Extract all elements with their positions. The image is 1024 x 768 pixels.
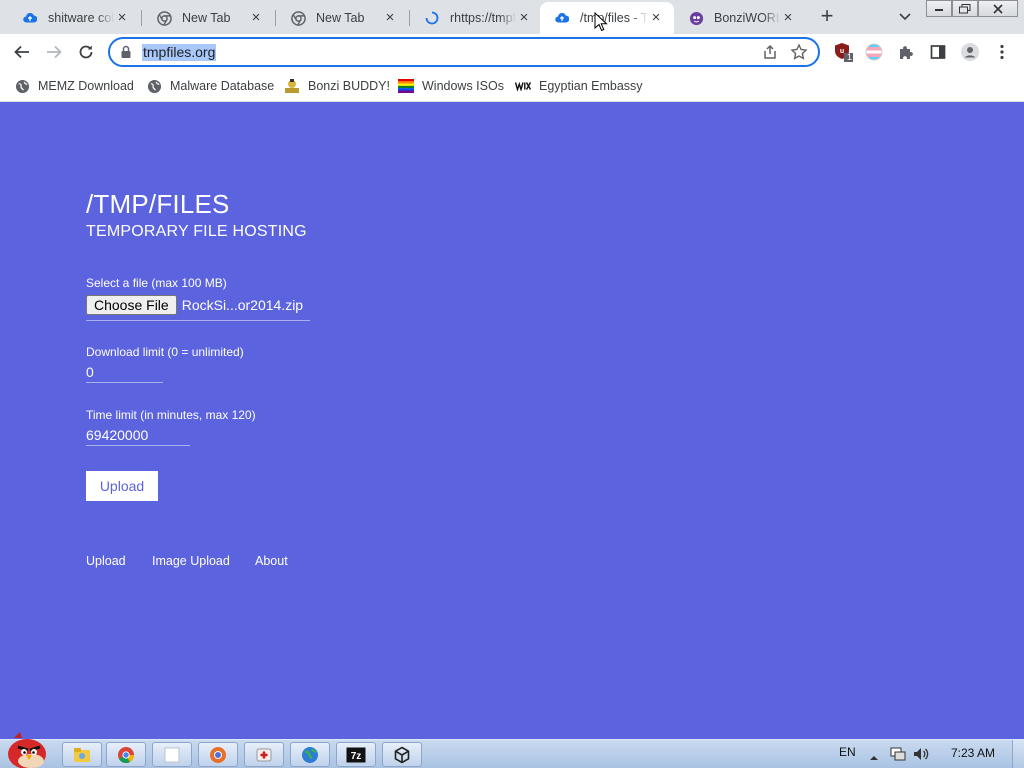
close-tab-icon[interactable]: × bbox=[648, 10, 664, 26]
rainbow-flag-icon bbox=[398, 78, 414, 94]
profile-avatar-icon[interactable] bbox=[958, 40, 982, 64]
show-hidden-icons-icon[interactable] bbox=[869, 749, 879, 767]
close-tab-icon[interactable]: × bbox=[780, 10, 796, 26]
time-limit-label: Time limit (in minutes, max 120) bbox=[86, 408, 256, 422]
close-tab-icon[interactable]: × bbox=[382, 10, 398, 26]
mouse-cursor-icon bbox=[594, 11, 608, 37]
red-cross-icon[interactable] bbox=[244, 742, 284, 767]
tab-bonziworld[interactable]: BonziWORLD × bbox=[674, 2, 806, 34]
url-text[interactable]: tmpfiles.org bbox=[142, 44, 217, 61]
selected-file-name: RockSi...or2014.zip bbox=[181, 297, 304, 313]
bonzi-icon bbox=[284, 78, 300, 94]
download-limit-input[interactable]: 0 bbox=[86, 364, 163, 383]
tab-title: BonziWORLD bbox=[714, 11, 780, 25]
clock[interactable]: 7:23 AM bbox=[951, 746, 995, 760]
footer-link-image-upload[interactable]: Image Upload bbox=[152, 554, 230, 568]
volume-icon[interactable] bbox=[912, 746, 930, 767]
bookmarks-bar: MEMZ Download Malware Database Bonzi BUD… bbox=[0, 70, 1024, 102]
page-title: /TMP/FILES bbox=[86, 189, 230, 219]
bookmark-star-icon[interactable] bbox=[790, 43, 808, 66]
tab-title: New Tab bbox=[182, 11, 231, 25]
bookmark-label: Egyptian Embassy bbox=[539, 79, 643, 93]
page-content: /TMP/FILES TEMPORARY FILE HOSTING Select… bbox=[0, 103, 1024, 739]
tab-shitware[interactable]: shitware colle × bbox=[8, 2, 140, 34]
download-limit-label: Download limit (0 = unlimited) bbox=[86, 345, 244, 359]
loading-spinner-icon bbox=[424, 10, 440, 26]
address-bar[interactable]: tmpfiles.org bbox=[108, 37, 820, 67]
tab-title: /tmp/files - T bbox=[580, 11, 648, 25]
bookmark-bonzi-buddy[interactable]: Bonzi BUDDY! bbox=[284, 76, 390, 96]
bonzi-icon bbox=[688, 10, 704, 26]
lock-icon[interactable] bbox=[120, 45, 132, 64]
wix-icon bbox=[515, 78, 531, 94]
network-icon[interactable] bbox=[889, 746, 907, 767]
chrome-alt-icon[interactable] bbox=[198, 742, 238, 767]
tab-title: shitware colle bbox=[48, 11, 114, 25]
chrome-icon bbox=[290, 10, 306, 26]
tab-search-chevron-icon[interactable] bbox=[895, 6, 915, 26]
7zip-icon[interactable]: 7z bbox=[336, 742, 376, 767]
bookmark-label: Bonzi BUDDY! bbox=[308, 79, 390, 93]
start-button-angry-bird-icon[interactable] bbox=[4, 730, 50, 768]
blank-window-icon[interactable] bbox=[152, 742, 192, 767]
extensions-puzzle-icon[interactable] bbox=[894, 40, 918, 64]
file-field-label: Select a file (max 100 MB) bbox=[86, 276, 227, 290]
cloud-upload-icon bbox=[554, 10, 570, 26]
unity-icon[interactable] bbox=[382, 742, 422, 767]
page-subtitle: TEMPORARY FILE HOSTING bbox=[86, 223, 307, 240]
bookmark-label: Malware Database bbox=[170, 79, 275, 93]
side-panel-icon[interactable] bbox=[926, 40, 950, 64]
upload-button[interactable]: Upload bbox=[86, 471, 158, 501]
svg-text:7z: 7z bbox=[351, 751, 362, 762]
globe-icon bbox=[146, 78, 162, 94]
explorer-icon[interactable] bbox=[62, 742, 102, 767]
footer-link-upload[interactable]: Upload bbox=[86, 554, 126, 568]
svg-text:u: u bbox=[840, 48, 844, 55]
language-indicator[interactable]: EN bbox=[839, 745, 856, 759]
globe-icon bbox=[14, 78, 30, 94]
extension-badge: 1 bbox=[847, 52, 853, 62]
extension-shield-icon[interactable]: u 1 bbox=[832, 40, 856, 64]
close-tab-icon[interactable]: × bbox=[516, 10, 532, 26]
share-icon[interactable] bbox=[762, 44, 778, 65]
bookmark-memz[interactable]: MEMZ Download bbox=[14, 76, 134, 96]
bookmark-malware-database[interactable]: Malware Database bbox=[146, 76, 274, 96]
tab-title: rhttps://tmpfi bbox=[450, 11, 516, 25]
show-desktop-button[interactable] bbox=[1012, 740, 1024, 768]
pride-extension-icon[interactable] bbox=[862, 40, 886, 64]
time-limit-input[interactable]: 69420000 bbox=[86, 427, 190, 446]
tab-loading[interactable]: rhttps://tmpfi × bbox=[410, 2, 542, 34]
footer-link-about[interactable]: About bbox=[255, 554, 288, 568]
bookmark-egyptian-embassy[interactable]: Egyptian Embassy bbox=[515, 76, 643, 96]
forward-arrow-icon[interactable] bbox=[42, 40, 66, 64]
close-tab-icon[interactable]: × bbox=[248, 10, 264, 26]
tab-new-tab-2[interactable]: New Tab × bbox=[276, 2, 408, 34]
close-tab-icon[interactable]: × bbox=[114, 10, 130, 26]
restore-icon[interactable] bbox=[952, 0, 978, 17]
chrome-icon bbox=[156, 10, 172, 26]
reload-icon[interactable] bbox=[74, 40, 98, 64]
menu-kebab-icon[interactable] bbox=[990, 40, 1014, 64]
minimize-icon[interactable] bbox=[926, 0, 952, 17]
file-input[interactable]: Choose File RockSi...or2014.zip bbox=[86, 295, 310, 321]
browser-toolbar: tmpfiles.org u 1 bbox=[0, 34, 1024, 70]
cloud-upload-icon bbox=[22, 10, 38, 26]
tab-new-tab-1[interactable]: New Tab × bbox=[142, 2, 274, 34]
bookmark-label: MEMZ Download bbox=[38, 79, 134, 93]
choose-file-button[interactable]: Choose File bbox=[86, 295, 177, 315]
tab-strip: shitware colle × New Tab × New Tab × rht… bbox=[0, 0, 1024, 34]
bookmark-label: Windows ISOs bbox=[422, 79, 504, 93]
bookmark-windows-isos[interactable]: Windows ISOs bbox=[398, 76, 504, 96]
new-tab-button[interactable]: + bbox=[815, 5, 839, 29]
close-window-icon[interactable] bbox=[978, 0, 1018, 17]
tab-title: New Tab bbox=[316, 11, 365, 25]
chrome-icon[interactable] bbox=[106, 742, 146, 767]
windows-taskbar: 7z EN 7:23 AM bbox=[0, 732, 1024, 768]
back-arrow-icon[interactable] bbox=[10, 40, 34, 64]
globe-icon[interactable] bbox=[290, 742, 330, 767]
